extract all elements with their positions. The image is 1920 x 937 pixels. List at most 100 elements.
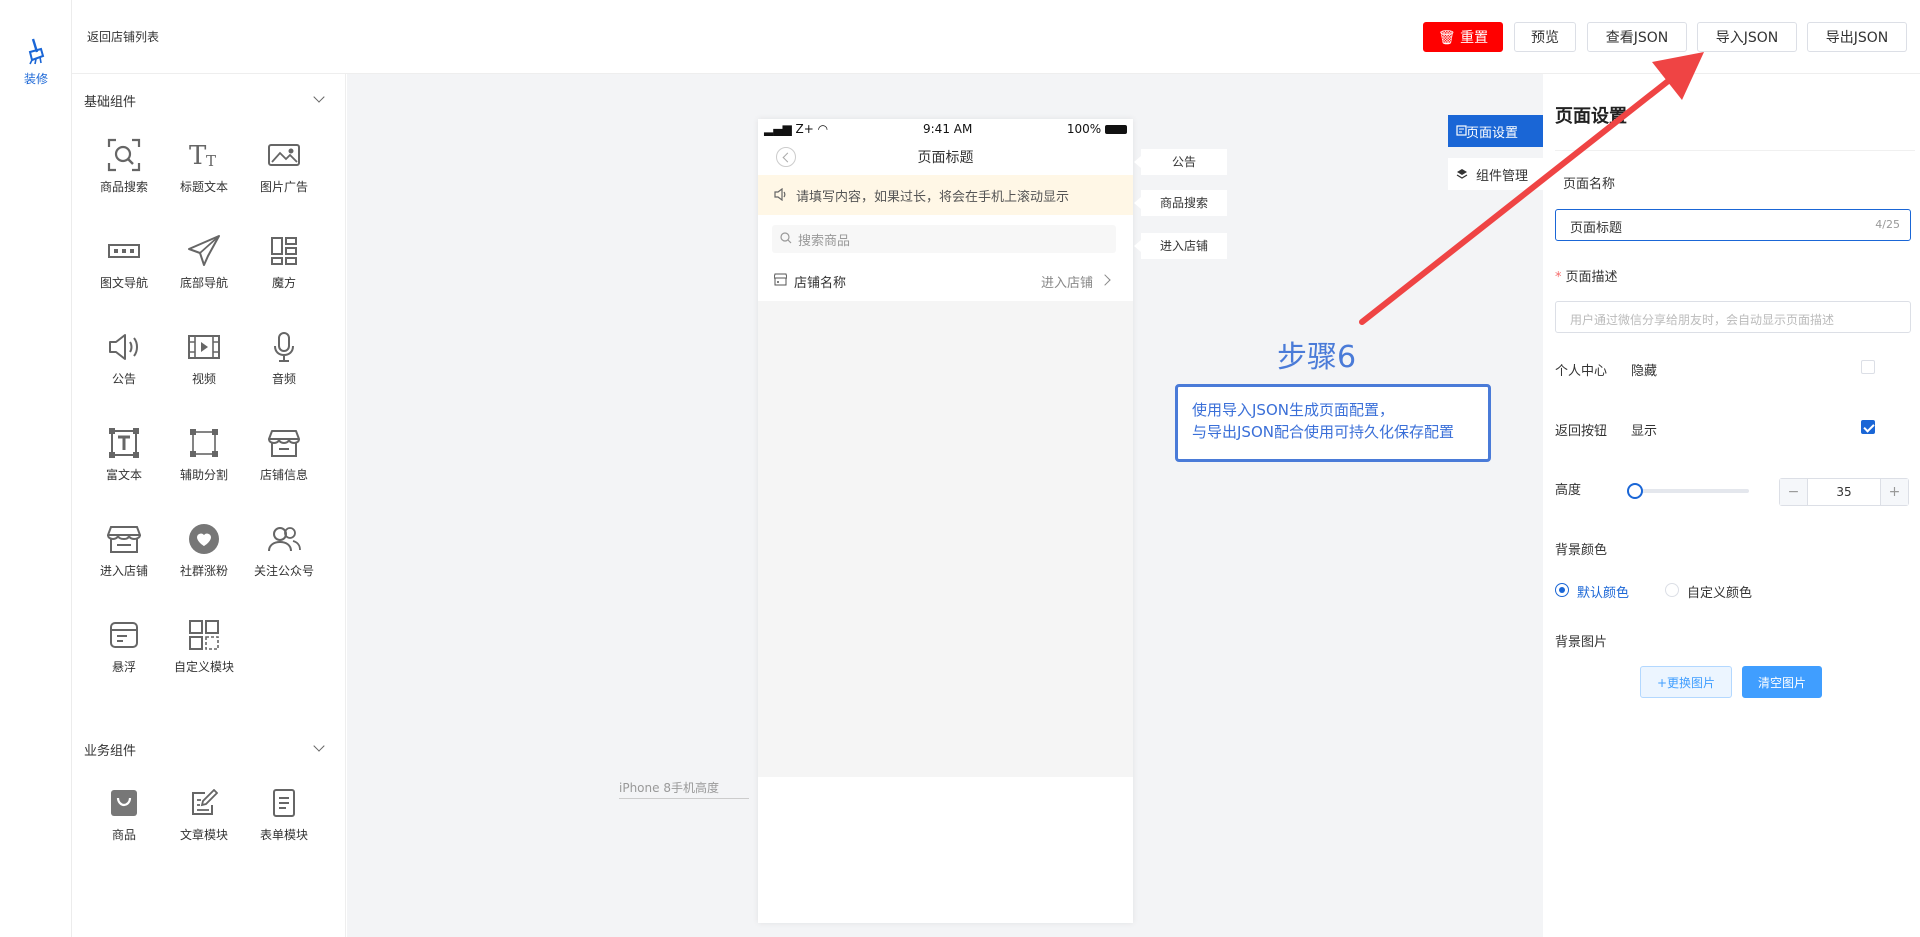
component-product-search[interactable]: 商品搜索 [84,136,164,216]
chevron-down-icon[interactable] [313,740,325,752]
component-panel: 基础组件 商品搜索 TT 标题文本 图片广告 图文导航 底部导航 魔方 公告 视… [72,74,346,937]
component-label: 关注公众号 [253,564,314,578]
personal-center-checkbox[interactable] [1861,360,1875,374]
component-notice[interactable]: 公告 [84,328,164,408]
height-value[interactable]: 35 [1808,485,1880,499]
view-json-button[interactable]: 查看JSON [1587,22,1687,52]
form-icon [273,789,295,817]
page-name-input[interactable]: 页面标题 4/25 [1555,209,1911,241]
page-desc-label: * 页面描述 [1555,266,1618,285]
component-label: 视频 [191,372,216,386]
component-community[interactable]: 社群涨粉 [164,520,244,600]
settings-title: 页面设置 [1555,106,1627,127]
page-desc-input[interactable]: 用户通过微信分享给朋友时，会自动显示页面描述 [1555,301,1911,333]
component-manage-label: 组件管理 [1476,168,1529,184]
component-cube[interactable]: 魔方 [244,232,324,312]
component-label: 自定义模块 [173,660,234,674]
notice-bar[interactable]: 请填写内容，如果过长，将会在手机上滚动显示 [758,175,1133,215]
basic-components-title: 基础组件 [84,95,137,110]
nav-item-label: 装修 [23,72,48,86]
side-nav: 装修 [0,0,72,937]
search-row[interactable]: 搜索商品 [758,219,1133,259]
signal-icon: ▂▄▆ [764,122,792,136]
settings-divider [1555,150,1915,151]
step-description-box: 使用导入JSON生成页面配置， 与导出JSON配合使用可持久化保存配置 [1175,384,1491,462]
community-icon [189,524,219,554]
step-line-1: 使用导入JSON生成页面配置， [1192,401,1394,419]
component-form[interactable]: 表单模块 [244,784,324,864]
component-image-ad[interactable]: 图片广告 [244,136,324,216]
component-label: 富文本 [105,468,142,482]
product-search-input[interactable]: 搜索商品 [772,225,1116,253]
page-name-counter: 4/25 [1875,218,1900,231]
follow-icon [268,527,301,552]
height-slider[interactable] [1627,483,1749,499]
store-icon [268,430,300,457]
component-float[interactable]: 悬浮 [84,616,164,696]
carrier-label: Z+ [795,122,814,136]
component-product[interactable]: 商品 [84,784,164,864]
bg-color-default-label[interactable]: 默认颜色 [1577,582,1629,601]
search-placeholder: 搜索商品 [798,234,851,249]
speaker-icon [109,334,138,360]
height-decrement-button[interactable]: − [1780,479,1808,505]
change-image-button[interactable]: +更换图片 [1640,666,1732,698]
import-json-button[interactable]: 导入JSON [1697,22,1797,52]
component-follow-account[interactable]: 关注公众号 [244,520,324,600]
height-label: 高度 [1555,483,1582,498]
step-title: 步骤6 [1277,340,1357,375]
tag-notice[interactable]: 公告 [1134,149,1227,175]
component-label: 底部导航 [179,276,228,290]
tag-enter-store[interactable]: 进入店铺 [1134,233,1227,259]
bg-color-default-radio[interactable] [1555,583,1569,597]
component-label: 表单模块 [259,828,308,842]
component-label: 公告 [111,372,136,386]
nav-icon [108,244,140,258]
enter-store-link[interactable]: 进入店铺 [1041,272,1093,291]
battery-icon [1105,125,1127,134]
reset-button[interactable]: 🗑 重置 [1423,22,1503,52]
bg-color-custom-label[interactable]: 自定义颜色 [1687,582,1752,601]
component-store-info[interactable]: 店铺信息 [244,424,324,504]
back-button-value: 显示 [1631,424,1658,439]
component-manage-button[interactable]: 组件管理 [1448,158,1543,190]
component-bottom-nav[interactable]: 底部导航 [164,232,244,312]
preview-button[interactable]: 预览 [1514,22,1576,52]
enter-store-row[interactable]: 店铺名称 进入店铺 [758,259,1133,301]
component-article[interactable]: 文章模块 [164,784,244,864]
component-image-text-nav[interactable]: 图文导航 [84,232,164,312]
float-icon [110,622,138,648]
back-button-label: 返回按钮 [1555,424,1608,439]
iphone-height-marker: iPhone 8手机高度 [619,779,749,799]
component-video[interactable]: 视频 [164,328,244,408]
component-label: 辅助分割 [179,468,228,482]
battery-label: 100% [1066,122,1102,136]
height-increment-button[interactable]: + [1880,479,1908,505]
nav-item-decorate[interactable]: 装修 [0,36,72,87]
svg-text:T: T [189,141,207,170]
component-divider[interactable]: 辅助分割 [164,424,244,504]
component-label: 商品 [111,828,136,842]
component-custom-module[interactable]: 自定义模块 [164,616,244,696]
clear-image-button[interactable]: 清空图片 [1742,666,1822,698]
bg-color-custom-radio[interactable] [1665,583,1679,597]
editor-canvas: ▂▄▆ Z+ ◠ 9:41 AM 100% 页面标题 请填写内容，如果过长，将会… [347,74,1543,937]
reset-button-label: 重置 [1460,30,1489,46]
tag-product-search[interactable]: 商品搜索 [1134,190,1227,216]
back-to-store-list-link[interactable]: 返回店铺列表 [87,28,159,45]
component-enter-store[interactable]: 进入店铺 [84,520,164,600]
height-slider-thumb[interactable] [1627,483,1643,499]
top-header: 返回店铺列表 🗑 重置 预览 查看JSON 导入JSON 导出JSON [72,0,1920,74]
custom-module-icon [189,620,219,650]
component-title-text[interactable]: TT 标题文本 [164,136,244,216]
component-label: 店铺信息 [259,468,308,482]
speaker-icon [774,187,788,205]
chevron-down-icon[interactable] [313,91,325,103]
component-audio[interactable]: 音频 [244,328,324,408]
divider-icon [190,429,218,457]
page-settings-button[interactable]: 页面设置 [1448,115,1543,147]
paper-plane-icon [188,235,220,266]
component-rich-text[interactable]: 富文本 [84,424,164,504]
export-json-button[interactable]: 导出JSON [1807,22,1907,52]
back-button-checkbox[interactable] [1861,420,1875,434]
